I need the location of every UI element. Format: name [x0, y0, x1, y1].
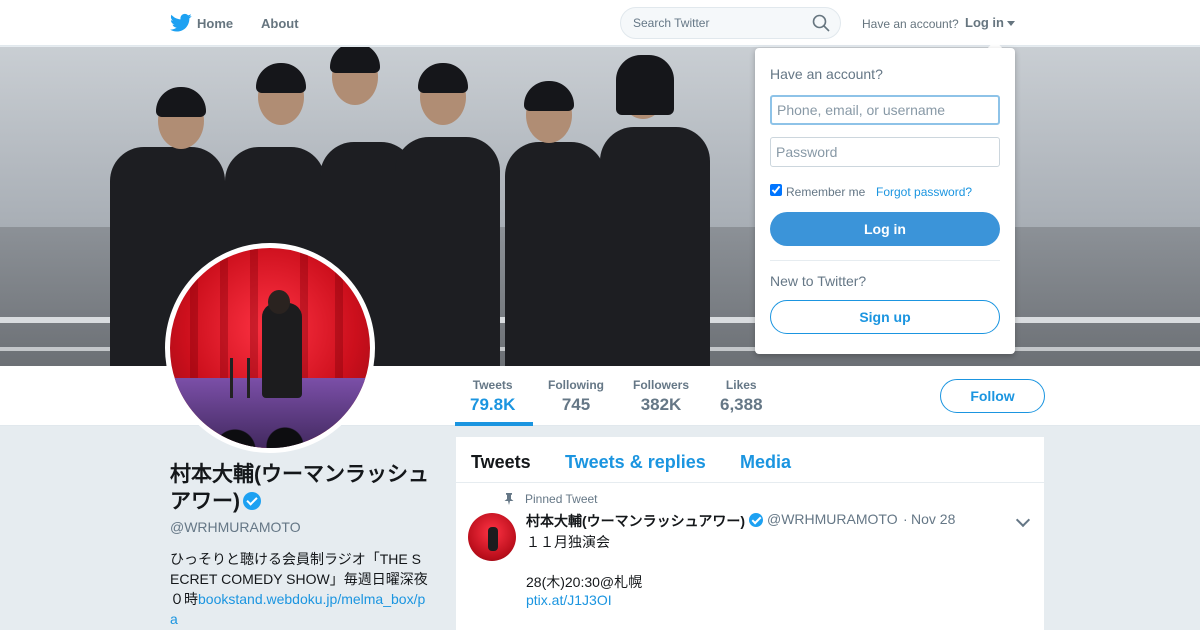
- caret-down-icon[interactable]: [1007, 21, 1015, 26]
- stat-value: 745: [561, 395, 591, 414]
- tweet-avatar[interactable]: [468, 513, 516, 561]
- login-button[interactable]: Log in: [770, 212, 1000, 246]
- avatar-performer: [262, 303, 302, 398]
- profile-name-text: 村本大輔(ウーマンラッシュアワー): [170, 463, 429, 513]
- verified-badge-icon: [243, 492, 261, 510]
- stat-likes[interactable]: Likes 6,388: [720, 378, 763, 415]
- tweet-link[interactable]: ptix.at/J1J3OI: [526, 592, 612, 608]
- tab-media[interactable]: Media: [740, 452, 791, 473]
- tweet-text-line: １１月独演会: [526, 534, 610, 550]
- tweet-author-name[interactable]: 村本大輔(ウーマンラッシュアワー): [526, 511, 745, 531]
- stat-value: 79.8K: [470, 395, 516, 414]
- stat-followers[interactable]: Followers 382K: [633, 378, 689, 415]
- tweet-timestamp[interactable]: Nov 28: [911, 511, 955, 527]
- pinned-tweet-label: Pinned Tweet: [525, 492, 598, 506]
- banner-person-hair: [616, 55, 674, 115]
- avatar-curtain-fold: [190, 248, 198, 398]
- divider: [770, 260, 1000, 261]
- profile-name[interactable]: 村本大輔(ウーマンラッシュアワー): [170, 461, 430, 515]
- new-to-twitter-text: New to Twitter?: [770, 273, 867, 289]
- nav-home-link[interactable]: Home: [197, 16, 233, 31]
- signup-button[interactable]: Sign up: [770, 300, 1000, 334]
- banner-person: [505, 142, 605, 366]
- stat-value: 6,388: [720, 395, 763, 414]
- tab-tweets-replies[interactable]: Tweets & replies: [565, 452, 706, 473]
- stat-value: 382K: [640, 395, 682, 414]
- forgot-password-link[interactable]: Forgot password?: [876, 185, 972, 199]
- avatar-curtain-fold: [220, 248, 228, 398]
- stat-following[interactable]: Following 745: [548, 378, 604, 415]
- profile-handle[interactable]: @WRHMURAMOTO: [170, 519, 301, 535]
- stat-label: Tweets: [472, 378, 513, 392]
- avatar-curtain-fold: [335, 248, 343, 398]
- avatar-performer-head: [268, 290, 290, 314]
- profile-bio: ひっそりと聴ける会員制ラジオ「THE SECRET COMEDY SHOW」毎週…: [170, 549, 430, 629]
- password-input[interactable]: [770, 137, 1000, 167]
- pin-icon: [504, 493, 514, 505]
- banner-person-hair: [330, 47, 380, 73]
- profile-avatar[interactable]: [165, 243, 375, 453]
- remember-me-checkbox[interactable]: [770, 184, 782, 196]
- separator: ·: [852, 185, 856, 199]
- chevron-down-icon[interactable]: [1015, 512, 1031, 528]
- have-account-text: Have an account?: [862, 17, 959, 31]
- search-icon[interactable]: [812, 14, 830, 32]
- login-dropdown: Have an account? Remember me · Forgot pa…: [755, 48, 1015, 354]
- banner-person: [395, 137, 500, 366]
- login-heading: Have an account?: [770, 66, 883, 82]
- stat-tweets[interactable]: Tweets 79.8K: [470, 378, 515, 415]
- top-bar: Home About Have an account? Log in: [0, 0, 1200, 46]
- tab-tweets[interactable]: Tweets: [471, 452, 531, 473]
- bio-link[interactable]: bookstand.webdoku.jp/melma_box/pa: [170, 591, 425, 627]
- active-tab-underline: [455, 422, 533, 426]
- verified-badge-icon: [749, 513, 763, 527]
- stat-label: Likes: [725, 378, 757, 392]
- nav-about-link[interactable]: About: [261, 16, 299, 31]
- login-menu-link[interactable]: Log in: [965, 15, 1004, 30]
- timeline: Tweets Tweets & replies Media Pinned Twe…: [456, 437, 1044, 630]
- stat-label: Followers: [633, 378, 690, 392]
- twitter-bird-icon[interactable]: [170, 13, 192, 33]
- tweet-separator: ·: [903, 511, 908, 527]
- avatar-crowd: [170, 416, 370, 448]
- tweet-author-handle[interactable]: @WRHMURAMOTO: [767, 511, 898, 527]
- banner-person: [600, 127, 710, 366]
- avatar-curtain-fold: [250, 248, 258, 398]
- avatar-stool: [230, 358, 250, 398]
- tweet-text-line: 28(木)20:30@札幌: [526, 574, 643, 590]
- follow-button[interactable]: Follow: [940, 379, 1045, 413]
- timeline-tabs: Tweets Tweets & replies Media: [456, 437, 1044, 483]
- search-input[interactable]: [620, 7, 841, 39]
- username-input[interactable]: [770, 95, 1000, 125]
- stat-label: Following: [548, 378, 604, 392]
